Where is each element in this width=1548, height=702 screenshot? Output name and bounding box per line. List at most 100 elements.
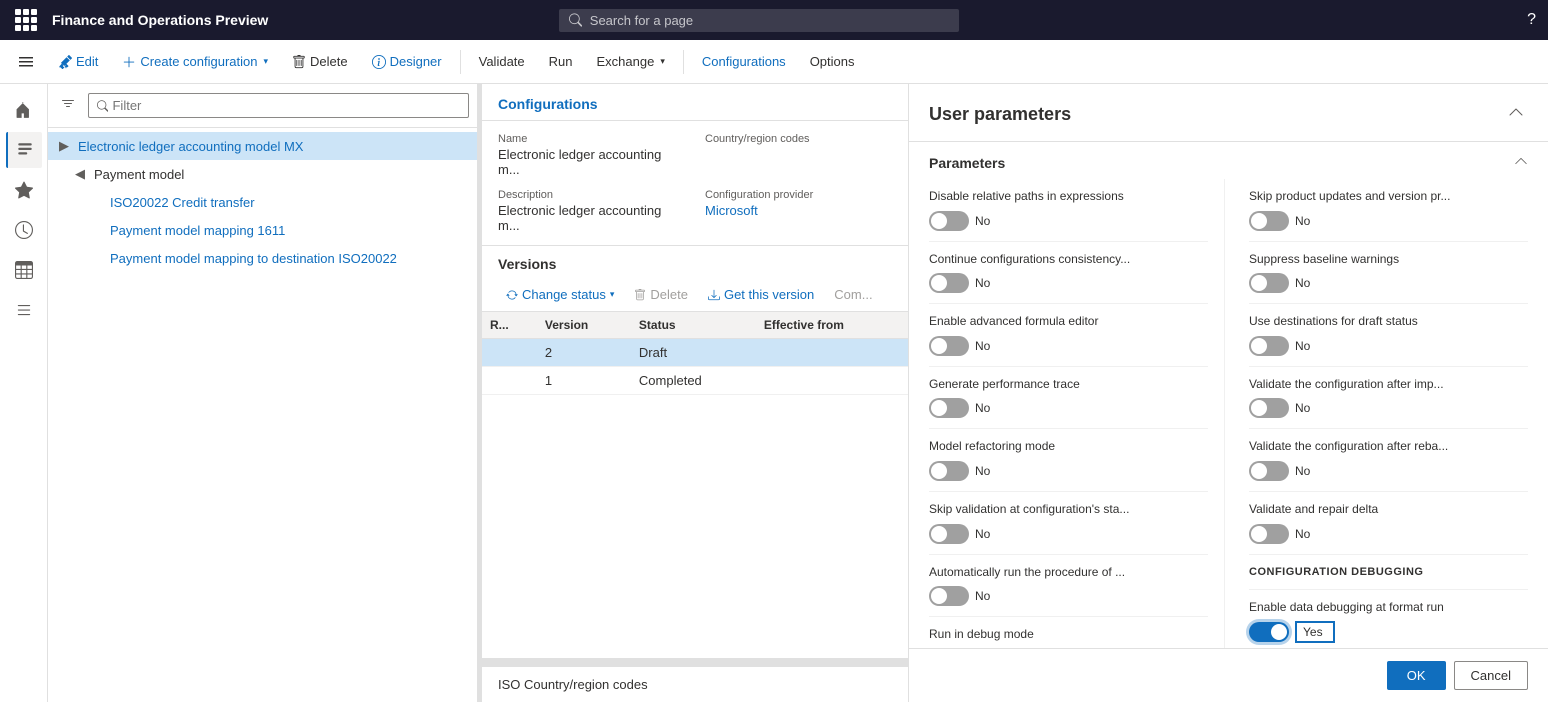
panel-close-button[interactable] — [1504, 100, 1528, 129]
tree-item-pm[interactable]: ◀ Payment model — [48, 160, 477, 188]
versions-delete-button[interactable]: Delete — [626, 282, 696, 307]
cancel-button[interactable]: Cancel — [1454, 661, 1528, 690]
toggle-validate-repair-delta[interactable] — [1249, 524, 1289, 544]
form-section: Name Electronic ledger accounting m... C… — [482, 121, 908, 246]
param-skip-product-updates: Skip product updates and version pr... N… — [1249, 179, 1528, 242]
param-label-use-destinations-draft: Use destinations for draft status — [1249, 314, 1528, 330]
param-validate-after-reba: Validate the configuration after reba...… — [1249, 429, 1528, 492]
section-config-debugging: CONFIGURATION DEBUGGING — [1249, 555, 1528, 590]
get-version-button[interactable]: Get this version — [700, 282, 822, 307]
toggle-suppress-baseline[interactable] — [1249, 273, 1289, 293]
toggle-label-use-destinations-draft: No — [1295, 339, 1310, 353]
table-row[interactable]: 2 Draft — [482, 339, 908, 367]
param-validate-after-imp: Validate the configuration after imp... … — [1249, 367, 1528, 430]
delete-icon-v — [634, 289, 646, 301]
col-effective-from: Effective from — [756, 312, 908, 339]
sidebar-item-clock[interactable] — [6, 212, 42, 248]
cmd-separator-2 — [683, 50, 684, 74]
collapse-icon — [1514, 154, 1528, 168]
row1-version: 2 — [537, 339, 631, 367]
params-section-header: Parameters — [929, 142, 1528, 179]
create-config-button[interactable]: Create configuration ▾ — [112, 48, 278, 75]
plus-icon — [122, 55, 136, 69]
toggle-label-continue-config: No — [975, 276, 990, 290]
col-status: Status — [631, 312, 756, 339]
tree-item-label-pmm: Payment model mapping 1611 — [110, 223, 285, 238]
toggle-disable-relative-paths[interactable] — [929, 211, 969, 231]
list-icon — [15, 301, 33, 319]
ok-button[interactable]: OK — [1387, 661, 1446, 690]
waffle-menu[interactable] — [12, 6, 40, 34]
tree-item-pmm2[interactable]: Payment model mapping to destination ISO… — [48, 244, 477, 272]
completed-button[interactable]: Com... — [826, 282, 880, 307]
name-value: Electronic ledger accounting m... — [498, 147, 685, 177]
toggle-continue-config[interactable] — [929, 273, 969, 293]
exchange-button[interactable]: Exchange ▾ — [587, 48, 675, 75]
config-debugging-label: CONFIGURATION DEBUGGING — [1249, 565, 1528, 579]
toggle-generate-performance[interactable] — [929, 398, 969, 418]
param-control-skip-product-updates: No — [1249, 211, 1528, 231]
tree-item-iso1[interactable]: ISO20022 Credit transfer — [48, 188, 477, 216]
param-label-validate-after-reba: Validate the configuration after reba... — [1249, 439, 1528, 455]
toggle-validate-after-reba[interactable] — [1249, 461, 1289, 481]
download-icon — [708, 289, 720, 301]
toggle-use-destinations-draft[interactable] — [1249, 336, 1289, 356]
horizontal-scrollbar[interactable] — [482, 658, 908, 666]
filter-icon[interactable] — [56, 92, 80, 119]
toggle-label-disable-relative-paths: No — [975, 214, 990, 228]
edit-button[interactable]: Edit — [48, 48, 108, 75]
delete-button[interactable]: Delete — [282, 48, 358, 75]
params-collapse-button[interactable] — [1514, 154, 1528, 171]
options-button[interactable]: Options — [800, 48, 865, 75]
completed-label: Com... — [834, 287, 872, 302]
toggle-advanced-formula[interactable] — [929, 336, 969, 356]
toggle-skip-validation[interactable] — [929, 524, 969, 544]
toggle-input-enable-data-debugging[interactable]: Yes — [1295, 621, 1335, 643]
validate-button[interactable]: Validate — [469, 48, 535, 75]
param-control-continue-config: No — [929, 273, 1208, 293]
toggle-model-refactoring[interactable] — [929, 461, 969, 481]
waffle-icon — [15, 9, 37, 31]
tree-panel: ▶ Electronic ledger accounting model MX … — [48, 84, 478, 702]
tree-item-pmm[interactable]: Payment model mapping 1611 — [48, 216, 477, 244]
configurations-button[interactable]: Configurations — [692, 48, 796, 75]
param-label-enable-data-debugging: Enable data debugging at format run — [1249, 600, 1528, 616]
change-status-button[interactable]: Change status ▾ — [498, 282, 622, 307]
sidebar-item-list[interactable] — [6, 292, 42, 328]
recent-icon — [16, 141, 34, 159]
toggle-enable-data-debugging[interactable] — [1249, 622, 1289, 642]
params-section-title: Parameters — [929, 155, 1005, 171]
designer-button[interactable]: Designer — [362, 48, 452, 75]
edit-icon — [58, 55, 72, 69]
param-enable-data-debugging: Enable data debugging at format run Yes — [1249, 590, 1528, 648]
table-row[interactable]: 1 Completed — [482, 367, 908, 395]
param-control-use-destinations-draft: No — [1249, 336, 1528, 356]
tree-item-elam[interactable]: ▶ Electronic ledger accounting model MX — [48, 132, 477, 160]
filter-input[interactable] — [112, 98, 460, 113]
get-version-label: Get this version — [724, 287, 814, 302]
sidebar-item-favorites[interactable] — [6, 172, 42, 208]
help-icon[interactable]: ? — [1527, 11, 1536, 29]
param-label-run-debug: Run in debug mode — [929, 627, 1208, 643]
nav-toggle-button[interactable] — [8, 48, 44, 76]
configurations-label: Configurations — [702, 54, 786, 69]
param-validate-repair-delta: Validate and repair delta No — [1249, 492, 1528, 555]
param-label-disable-relative-paths: Disable relative paths in expressions — [929, 189, 1208, 205]
param-use-destinations-draft: Use destinations for draft status No — [1249, 304, 1528, 367]
user-parameters-panel: User parameters Parameters — [908, 84, 1548, 702]
toggle-label-validate-after-imp: No — [1295, 401, 1310, 415]
search-input[interactable] — [590, 13, 949, 28]
toggle-skip-product-updates[interactable] — [1249, 211, 1289, 231]
toggle-auto-run[interactable] — [929, 586, 969, 606]
filter-input-wrap[interactable] — [88, 93, 469, 118]
sidebar-item-recent[interactable] — [6, 132, 42, 168]
app-title: Finance and Operations Preview — [52, 12, 268, 28]
sidebar-item-home[interactable] — [6, 92, 42, 128]
iso-section: ISO Country/region codes — [482, 666, 908, 702]
toggle-validate-after-imp[interactable] — [1249, 398, 1289, 418]
search-bar[interactable] — [559, 9, 959, 32]
refresh-icon — [506, 289, 518, 301]
sidebar-item-table[interactable] — [6, 252, 42, 288]
run-button[interactable]: Run — [539, 48, 583, 75]
validate-label: Validate — [479, 54, 525, 69]
